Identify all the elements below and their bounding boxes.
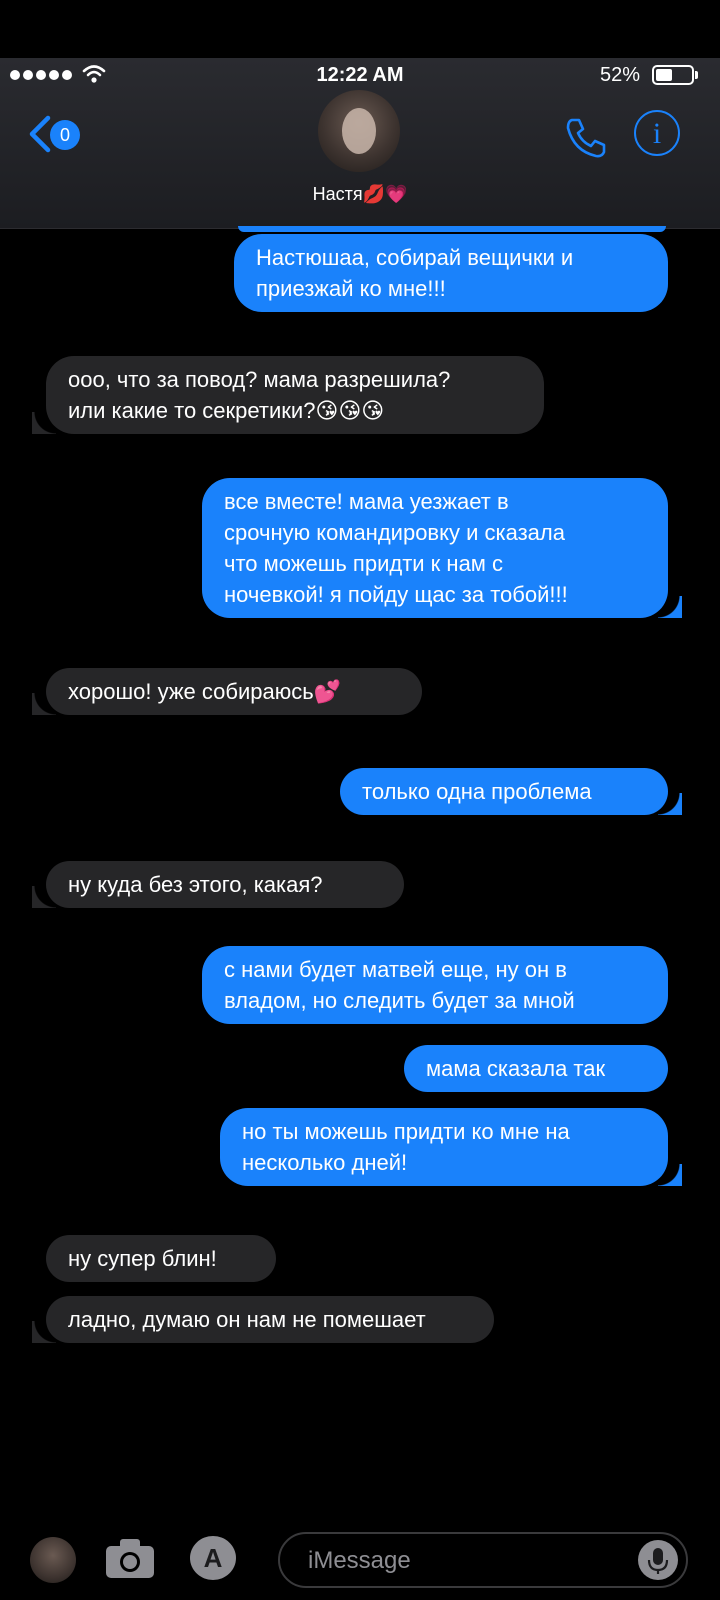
camera-icon[interactable] xyxy=(104,1536,156,1580)
unread-badge: 0 xyxy=(50,120,80,150)
microphone-glyph xyxy=(647,1548,669,1574)
microphone-icon[interactable] xyxy=(638,1540,678,1580)
avatar-face xyxy=(342,108,376,154)
contact-name[interactable]: Настя💋💗 xyxy=(0,184,720,205)
conversation-header: 12:22 AM 52% 0 Настя💋💗 i xyxy=(0,58,720,229)
message-bubble-sent[interactable]: все вместе! мама уезжает в срочную коман… xyxy=(202,478,682,618)
chevron-left-icon xyxy=(29,115,51,153)
imessage-input[interactable]: iMessage xyxy=(278,1532,688,1588)
partial-message-bubble xyxy=(238,226,666,232)
phone-icon[interactable] xyxy=(562,114,610,162)
contact-avatar[interactable] xyxy=(318,90,400,172)
message-bubble-sent[interactable]: Настюшаа, собирай вещички и приезжай ко … xyxy=(234,234,668,312)
battery-icon xyxy=(652,65,698,85)
back-button[interactable]: 0 xyxy=(26,114,86,154)
battery-percent: 52% xyxy=(599,64,640,86)
message-bubble-received[interactable]: ладно, думаю он нам не помешает xyxy=(32,1296,494,1343)
composer-bar: A iMessage xyxy=(0,1520,720,1600)
app-store-icon[interactable]: A xyxy=(190,1536,236,1580)
battery-level-fill xyxy=(656,69,672,81)
message-bubble-sent[interactable]: с нами будет матвей еще, ну он в владом,… xyxy=(202,946,668,1024)
info-icon[interactable]: i xyxy=(634,110,680,156)
message-bubble-received[interactable]: ну супер блин! xyxy=(46,1235,276,1282)
message-bubble-sent[interactable]: только одна проблема xyxy=(340,768,682,815)
message-bubble-received[interactable]: ооо, что за повод? мама разрешила? или к… xyxy=(32,356,544,434)
message-bubble-received[interactable]: ну куда без этого, какая? xyxy=(32,861,404,908)
message-bubble-sent[interactable]: но ты можешь придти ко мне на несколько … xyxy=(220,1108,682,1186)
memoji-avatar-button[interactable] xyxy=(30,1537,76,1583)
imessage-placeholder: iMessage xyxy=(308,1547,411,1574)
message-bubble-sent[interactable]: мама сказала так xyxy=(404,1045,668,1092)
message-bubble-received[interactable]: хорошо! уже собираюсь💕 xyxy=(32,668,422,715)
